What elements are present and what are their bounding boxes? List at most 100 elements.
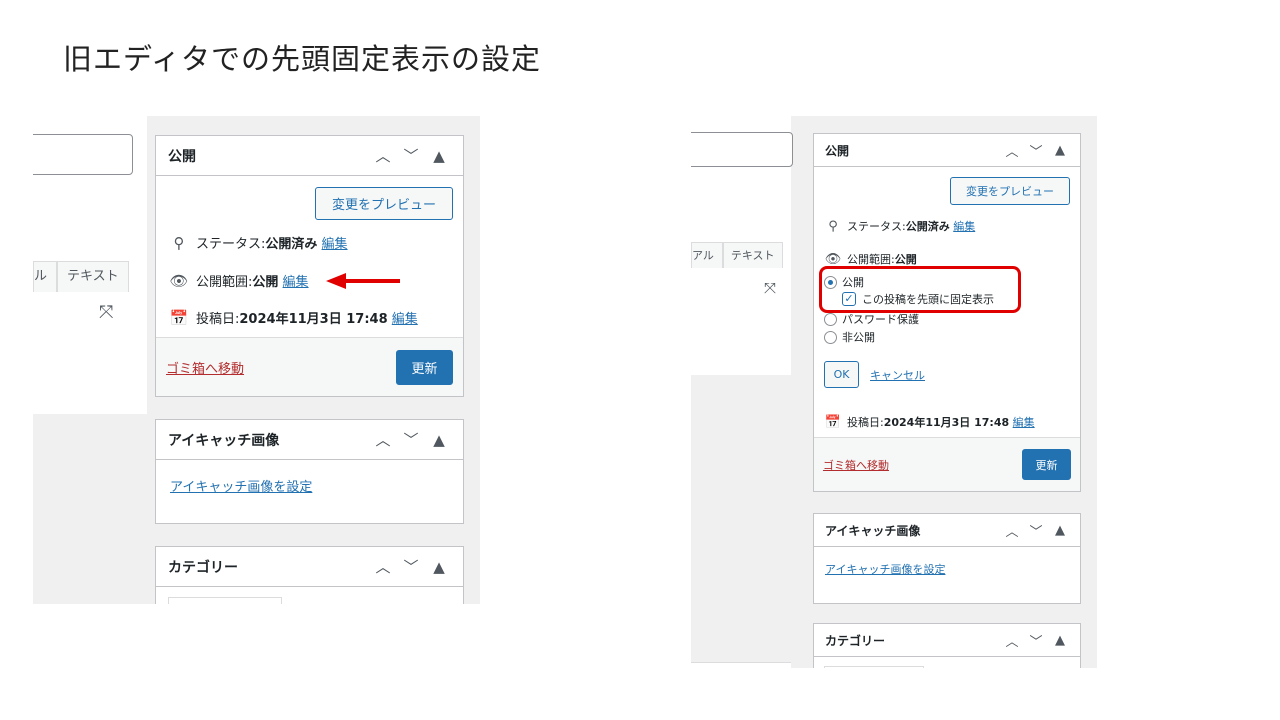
radio-password-label: パスワード保護 xyxy=(842,313,919,326)
left-screenshot: ル テキスト ⤧ 公開 ︿ ﹀ ▲ 変更をプレビュー ⚲ ステータス: 公開済み xyxy=(33,116,480,604)
expand-icon[interactable]: ⤧ xyxy=(99,302,113,323)
status-row: ⚲ ステータス: 公開済み 編集 xyxy=(824,218,975,234)
publish-footer: ゴミ箱へ移動 更新 xyxy=(814,437,1080,491)
category-tab[interactable] xyxy=(168,597,282,604)
date-label: 投稿日: xyxy=(847,416,884,429)
category-box: カテゴリー ︿ ﹀ ▲ xyxy=(155,546,464,604)
chevron-up-icon[interactable]: ︿ xyxy=(1000,521,1024,540)
publish-box: 公開 ︿ ﹀ ▲ 変更をプレビュー ⚲ ステータス: 公開済み 編集 👁 公開範… xyxy=(155,135,464,397)
date-row: 📅 投稿日: 2024年11月3日 17:48 編集 xyxy=(168,308,418,328)
title-input[interactable] xyxy=(691,132,793,167)
publish-box-header: 公開 ︿ ﹀ ▲ xyxy=(156,136,463,176)
date-label: 投稿日: xyxy=(196,312,240,327)
eye-icon: 👁 xyxy=(169,271,189,290)
visibility-label: 公開範囲: xyxy=(196,275,253,290)
right-screenshot: アル テキスト ⤧ 公開 ︿ ﹀ ▲ 変更をプレビュー ⚲ ステータス: 公開済… xyxy=(691,116,1097,668)
update-button[interactable]: 更新 xyxy=(396,349,453,385)
preview-changes-button[interactable]: 変更をプレビュー xyxy=(950,177,1070,205)
visibility-edit-link[interactable]: 編集 xyxy=(283,271,309,290)
date-edit-link[interactable]: 編集 xyxy=(1013,414,1035,430)
date-value: 2024年11月3日 17:48 xyxy=(883,416,1010,429)
visibility-value: 公開 xyxy=(252,275,279,290)
trash-link[interactable]: ゴミ箱へ移動 xyxy=(823,457,889,473)
date-value: 2024年11月3日 17:48 xyxy=(239,312,388,327)
editor-tabs: アル テキスト xyxy=(691,242,783,268)
chevron-up-icon[interactable]: ︿ xyxy=(1000,631,1024,650)
category-title: カテゴリー xyxy=(168,559,238,576)
tab-text[interactable]: テキスト xyxy=(57,261,129,292)
pin-icon: ⚲ xyxy=(173,233,185,252)
radio-private[interactable] xyxy=(824,330,837,344)
visibility-value: 公開 xyxy=(894,253,917,266)
status-label: ステータス: xyxy=(196,237,266,252)
chevron-down-icon[interactable]: ﹀ xyxy=(397,145,425,166)
radio-private-label: 非公開 xyxy=(842,331,875,344)
chevron-down-icon[interactable]: ﹀ xyxy=(397,429,425,450)
publish-footer: ゴミ箱へ移動 更新 xyxy=(156,337,463,396)
sticky-highlight-box xyxy=(819,266,1021,313)
category-header: カテゴリー ︿ ﹀ ▲ xyxy=(814,624,1080,657)
chevron-down-icon[interactable]: ﹀ xyxy=(1024,631,1048,650)
triangle-toggle-icon[interactable]: ▲ xyxy=(425,558,453,576)
visibility-row: 👁 公開範囲: 公開 編集 xyxy=(168,271,309,291)
visibility-actions: OK キャンセル xyxy=(824,361,925,388)
radio-password-row[interactable]: パスワード保護 xyxy=(824,311,919,327)
eye-icon: 👁 xyxy=(824,251,842,267)
slide-title: 旧エディタでの先頭固定表示の設定 xyxy=(63,42,541,76)
cancel-link[interactable]: キャンセル xyxy=(870,367,925,383)
category-header: カテゴリー ︿ ﹀ ▲ xyxy=(156,547,463,587)
chevron-up-icon[interactable]: ︿ xyxy=(369,556,397,577)
pin-icon: ⚲ xyxy=(828,218,838,234)
tab-visual[interactable]: ル xyxy=(33,261,58,292)
trash-link[interactable]: ゴミ箱へ移動 xyxy=(166,358,244,377)
ok-button[interactable]: OK xyxy=(824,361,859,388)
expand-icon[interactable]: ⤧ xyxy=(764,279,776,297)
category-tab[interactable] xyxy=(824,666,924,668)
status-row: ⚲ ステータス: 公開済み 編集 xyxy=(168,233,348,253)
visibility-label: 公開範囲: xyxy=(847,253,895,266)
triangle-toggle-icon[interactable]: ▲ xyxy=(1048,523,1072,538)
red-arrow xyxy=(326,273,400,289)
featured-image-header: アイキャッチ画像 ︿ ﹀ ▲ xyxy=(814,514,1080,547)
featured-image-title: アイキャッチ画像 xyxy=(168,432,280,449)
triangle-toggle-icon[interactable]: ▲ xyxy=(425,147,453,165)
radio-private-row[interactable]: 非公開 xyxy=(824,329,875,345)
featured-image-box: アイキャッチ画像 ︿ ﹀ ▲ アイキャッチ画像を設定 xyxy=(155,419,464,524)
tab-text[interactable]: テキスト xyxy=(722,242,783,268)
editor-bottom xyxy=(691,662,791,668)
preview-changes-button[interactable]: 変更をプレビュー xyxy=(315,187,453,220)
category-box: カテゴリー ︿ ﹀ ▲ xyxy=(813,623,1081,668)
chevron-down-icon[interactable]: ﹀ xyxy=(1024,521,1048,540)
triangle-toggle-icon[interactable]: ▲ xyxy=(1048,143,1072,158)
set-featured-image-link[interactable]: アイキャッチ画像を設定 xyxy=(170,480,312,495)
set-featured-image-link[interactable]: アイキャッチ画像を設定 xyxy=(825,563,945,576)
editor-tabs: ル テキスト xyxy=(33,261,129,292)
featured-image-box: アイキャッチ画像 ︿ ﹀ ▲ アイキャッチ画像を設定 xyxy=(813,513,1081,604)
chevron-up-icon[interactable]: ︿ xyxy=(369,429,397,450)
status-edit-link[interactable]: 編集 xyxy=(953,218,975,234)
status-value: 公開済み xyxy=(265,237,318,252)
visibility-row: 👁 公開範囲: 公開 xyxy=(824,251,917,267)
date-edit-link[interactable]: 編集 xyxy=(392,308,418,327)
tab-visual[interactable]: アル xyxy=(691,242,723,268)
radio-password[interactable] xyxy=(824,312,837,326)
featured-image-header: アイキャッチ画像 ︿ ﹀ ▲ xyxy=(156,420,463,460)
publish-box-title: 公開 xyxy=(168,148,196,165)
update-button[interactable]: 更新 xyxy=(1022,449,1071,480)
calendar-icon: 📅 xyxy=(169,308,189,327)
date-row: 📅 投稿日: 2024年11月3日 17:48 編集 xyxy=(824,414,1035,430)
status-value: 公開済み xyxy=(905,220,950,233)
chevron-up-icon[interactable]: ︿ xyxy=(1000,141,1024,160)
triangle-toggle-icon[interactable]: ▲ xyxy=(425,431,453,449)
triangle-toggle-icon[interactable]: ▲ xyxy=(1048,633,1072,648)
chevron-down-icon[interactable]: ﹀ xyxy=(397,556,425,577)
publish-box-header: 公開 ︿ ﹀ ▲ xyxy=(814,134,1080,167)
chevron-down-icon[interactable]: ﹀ xyxy=(1024,141,1048,160)
chevron-up-icon[interactable]: ︿ xyxy=(369,145,397,166)
publish-box-title: 公開 xyxy=(825,143,850,158)
slide: 旧エディタでの先頭固定表示の設定 ル テキスト ⤧ 公開 ︿ ﹀ ▲ 変更をプレ… xyxy=(0,0,1280,720)
status-label: ステータス: xyxy=(847,220,906,233)
status-edit-link[interactable]: 編集 xyxy=(322,233,348,252)
title-input[interactable] xyxy=(33,134,133,175)
calendar-icon: 📅 xyxy=(824,414,842,430)
